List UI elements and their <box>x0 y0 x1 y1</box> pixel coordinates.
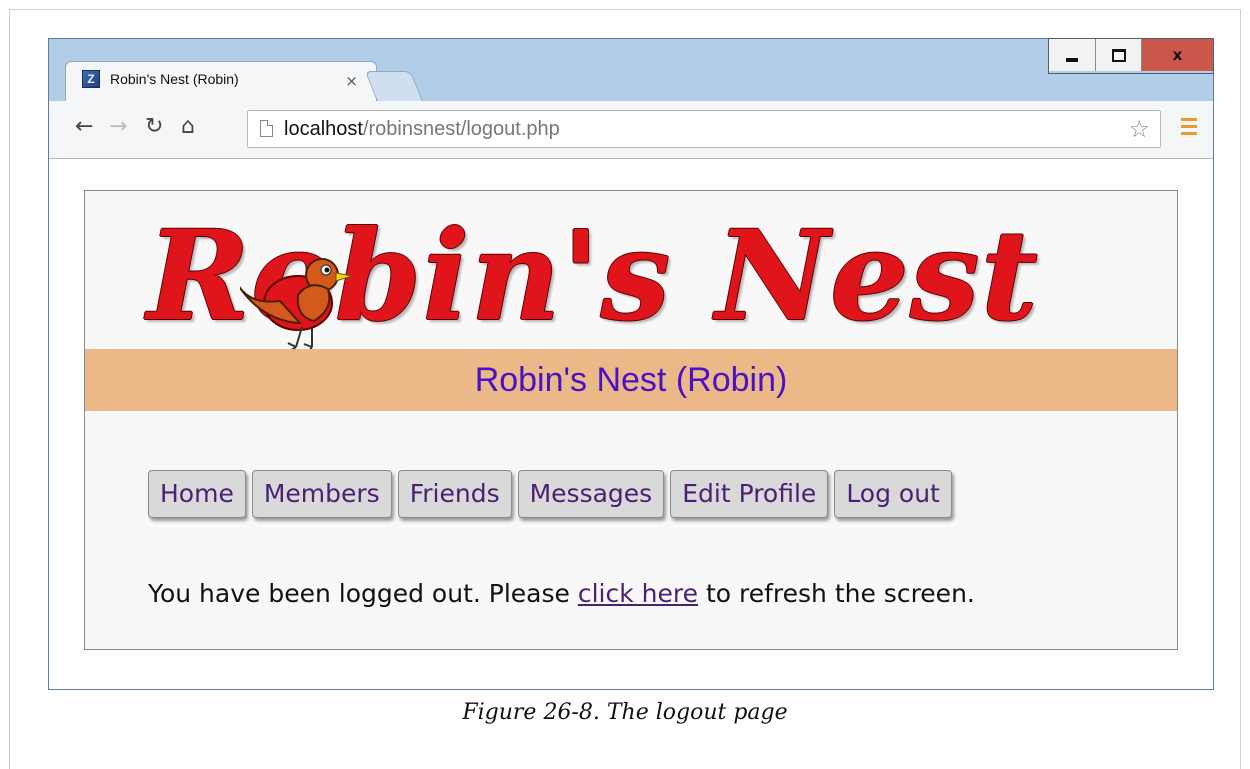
close-icon: x <box>1172 46 1183 64</box>
url-path: /robinsnest/logout.php <box>362 118 560 140</box>
page-viewport: Robin's Nest Robin's Nest (Robin) Home M… <box>49 159 1213 689</box>
maximize-button[interactable] <box>1095 39 1141 71</box>
menu-messages-button[interactable]: Messages <box>517 470 665 518</box>
window-controls: x <box>1048 38 1214 74</box>
home-icon[interactable]: ⌂ <box>181 115 195 139</box>
robin-bird-icon <box>240 258 353 353</box>
tab-close-button[interactable]: × <box>345 72 358 90</box>
site-banner: Robin's Nest (Robin) <box>85 349 1177 411</box>
tab-title: Robin's Nest (Robin) <box>110 71 239 87</box>
reload-icon[interactable]: ↻ <box>145 115 163 139</box>
browser-tab[interactable]: Z Robin's Nest (Robin) × <box>65 61 377 102</box>
site-container: Robin's Nest Robin's Nest (Robin) Home M… <box>84 190 1178 650</box>
minimize-icon <box>1066 58 1078 62</box>
address-bar[interactable]: localhost/robinsnest/logout.php ☆ <box>247 110 1161 148</box>
minimize-button[interactable] <box>1049 39 1095 71</box>
maximize-icon <box>1111 48 1126 62</box>
star-icon[interactable]: ☆ <box>1128 115 1150 143</box>
url-text: localhost/robinsnest/logout.php <box>284 118 560 141</box>
menu-icon[interactable] <box>1181 118 1197 139</box>
site-menu: Home Members Friends Messages Edit Profi… <box>148 470 958 518</box>
message-before: You have been logged out. Please <box>148 579 578 608</box>
refresh-link[interactable]: click here <box>578 579 698 608</box>
menu-edit-profile-button[interactable]: Edit Profile <box>670 470 829 518</box>
menu-friends-button[interactable]: Friends <box>397 470 512 518</box>
page-icon <box>260 120 273 137</box>
message-after: to refresh the screen. <box>698 579 975 608</box>
logout-message: You have been logged out. Please click h… <box>148 579 975 608</box>
menu-home-button[interactable]: Home <box>148 470 246 518</box>
figure-caption: Figure 26-8. The logout page <box>462 700 788 725</box>
close-window-button[interactable]: x <box>1141 39 1213 71</box>
browser-window: x Z Robin's Nest (Robin) × ← → ↻ ⌂ local… <box>48 38 1214 690</box>
menu-logout-button[interactable]: Log out <box>834 470 952 518</box>
menu-members-button[interactable]: Members <box>251 470 392 518</box>
back-icon[interactable]: ← <box>75 115 93 139</box>
forward-icon[interactable]: → <box>109 115 127 139</box>
browser-toolbar: ← → ↻ ⌂ localhost/robinsnest/logout.php … <box>49 101 1213 159</box>
favicon-icon: Z <box>82 70 100 88</box>
url-host: localhost <box>284 118 363 140</box>
